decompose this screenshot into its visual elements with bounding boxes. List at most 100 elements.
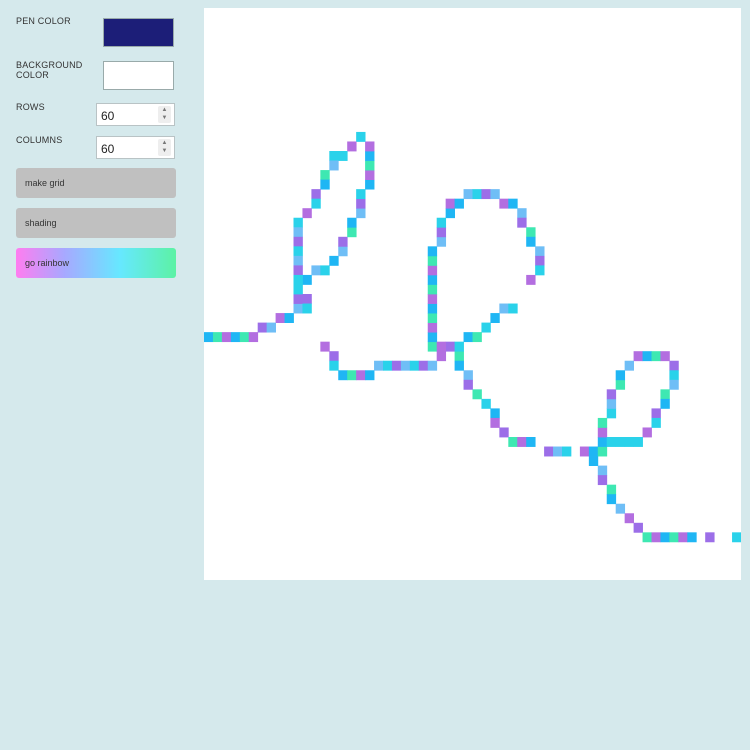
grid-cell[interactable] bbox=[302, 208, 312, 219]
grid-cell[interactable] bbox=[597, 475, 608, 486]
grid-cell[interactable] bbox=[669, 532, 679, 543]
grid-cell[interactable] bbox=[705, 532, 715, 543]
grid-cell[interactable] bbox=[490, 417, 500, 428]
grid-cell[interactable] bbox=[642, 351, 652, 362]
grid-cell[interactable] bbox=[660, 389, 670, 400]
grid-cell[interactable] bbox=[606, 484, 617, 495]
grid-cell[interactable] bbox=[204, 332, 214, 343]
go-rainbow-button[interactable]: go rainbow bbox=[16, 248, 176, 278]
grid-cell[interactable] bbox=[508, 198, 518, 209]
grid-cell[interactable] bbox=[633, 351, 643, 362]
grid-cell[interactable] bbox=[597, 417, 608, 428]
grid-cell[interactable] bbox=[499, 303, 509, 314]
pixel-grid[interactable] bbox=[204, 8, 741, 580]
grid-cell[interactable] bbox=[669, 360, 679, 371]
grid-cell[interactable] bbox=[311, 198, 321, 209]
grid-cell[interactable] bbox=[588, 446, 599, 457]
grid-cell[interactable] bbox=[212, 332, 223, 343]
grid-cell[interactable] bbox=[535, 246, 545, 257]
grid-cell[interactable] bbox=[463, 332, 473, 343]
grid-cell[interactable] bbox=[463, 370, 473, 381]
grid-cell[interactable] bbox=[579, 446, 590, 457]
grid-cell[interactable] bbox=[588, 456, 599, 466]
grid-cell[interactable] bbox=[347, 217, 357, 228]
grid-cell[interactable] bbox=[275, 313, 285, 323]
rows-stepper[interactable]: ▲ ▼ bbox=[158, 106, 171, 123]
grid-cell[interactable] bbox=[624, 513, 634, 524]
grid-cell[interactable] bbox=[454, 360, 464, 371]
grid-cell[interactable] bbox=[293, 284, 303, 295]
grid-cell[interactable] bbox=[445, 198, 455, 209]
grid-cell[interactable] bbox=[651, 532, 661, 543]
grid-cell[interactable] bbox=[356, 370, 366, 381]
grid-cell[interactable] bbox=[293, 246, 303, 257]
grid-cell[interactable] bbox=[427, 284, 438, 295]
grid-cell[interactable] bbox=[427, 341, 438, 352]
grid-cell[interactable] bbox=[293, 303, 303, 314]
grid-cell[interactable] bbox=[606, 494, 617, 505]
grid-cell[interactable] bbox=[490, 408, 500, 419]
grid-cell[interactable] bbox=[642, 532, 652, 543]
grid-cell[interactable] bbox=[293, 265, 303, 276]
grid-cell[interactable] bbox=[266, 322, 276, 333]
grid-cell[interactable] bbox=[481, 189, 491, 200]
grid-cell[interactable] bbox=[356, 208, 366, 219]
make-grid-button[interactable]: make grid bbox=[16, 168, 176, 198]
grid-cell[interactable] bbox=[499, 427, 509, 438]
grid-cell[interactable] bbox=[508, 303, 518, 314]
grid-cell[interactable] bbox=[320, 341, 330, 352]
grid-cell[interactable] bbox=[544, 446, 554, 457]
grid-cell[interactable] bbox=[293, 217, 303, 228]
grid-cell[interactable] bbox=[257, 322, 268, 333]
grid-cell[interactable] bbox=[338, 370, 348, 381]
grid-cell[interactable] bbox=[427, 322, 438, 333]
grid-cell[interactable] bbox=[490, 189, 500, 200]
grid-cell[interactable] bbox=[597, 446, 608, 457]
grid-cell[interactable] bbox=[597, 465, 608, 476]
grid-cell[interactable] bbox=[356, 198, 366, 209]
grid-cell[interactable] bbox=[427, 246, 438, 257]
grid-cell[interactable] bbox=[606, 389, 617, 400]
grid-cell[interactable] bbox=[427, 303, 438, 314]
grid-cell[interactable] bbox=[356, 189, 366, 200]
grid-cell[interactable] bbox=[329, 360, 339, 371]
grid-cell[interactable] bbox=[562, 446, 572, 457]
grid-cell[interactable] bbox=[454, 351, 464, 362]
grid-cell[interactable] bbox=[436, 217, 447, 228]
grid-cell[interactable] bbox=[732, 532, 741, 543]
grid-cell[interactable] bbox=[329, 151, 339, 161]
grid-cell[interactable] bbox=[669, 379, 679, 390]
grid-cell[interactable] bbox=[374, 360, 384, 371]
grid-cell[interactable] bbox=[553, 446, 563, 457]
grid-cell[interactable] bbox=[302, 303, 312, 314]
grid-cell[interactable] bbox=[463, 379, 473, 390]
grid-cell[interactable] bbox=[311, 189, 321, 200]
grid-cell[interactable] bbox=[365, 370, 375, 381]
grid-cell[interactable] bbox=[517, 217, 527, 228]
grid-cell[interactable] bbox=[526, 236, 536, 247]
grid-cell[interactable] bbox=[472, 389, 482, 400]
grid-cell[interactable] bbox=[365, 160, 375, 171]
grid-cell[interactable] bbox=[669, 370, 679, 381]
grid-cell[interactable] bbox=[454, 341, 464, 352]
grid-cell[interactable] bbox=[284, 313, 294, 323]
grid-cell[interactable] bbox=[472, 332, 482, 343]
grid-cell[interactable] bbox=[436, 341, 447, 352]
grid-cell[interactable] bbox=[615, 437, 626, 447]
grid-cell[interactable] bbox=[660, 351, 670, 362]
grid-cell[interactable] bbox=[293, 236, 303, 247]
grid-cell[interactable] bbox=[427, 313, 438, 323]
grid-cell[interactable] bbox=[633, 437, 643, 447]
grid-cell[interactable] bbox=[320, 179, 330, 190]
grid-cell[interactable] bbox=[472, 189, 482, 200]
grid-cell[interactable] bbox=[535, 265, 545, 276]
grid-cell[interactable] bbox=[517, 437, 527, 447]
grid-cell[interactable] bbox=[338, 246, 348, 257]
grid-cell[interactable] bbox=[597, 427, 608, 438]
grid-cell[interactable] bbox=[320, 170, 330, 180]
grid-cell[interactable] bbox=[347, 370, 357, 381]
grid-cell[interactable] bbox=[427, 332, 438, 343]
grid-cell[interactable] bbox=[624, 437, 634, 447]
grid-cell[interactable] bbox=[436, 236, 447, 247]
grid-cell[interactable] bbox=[633, 522, 643, 533]
